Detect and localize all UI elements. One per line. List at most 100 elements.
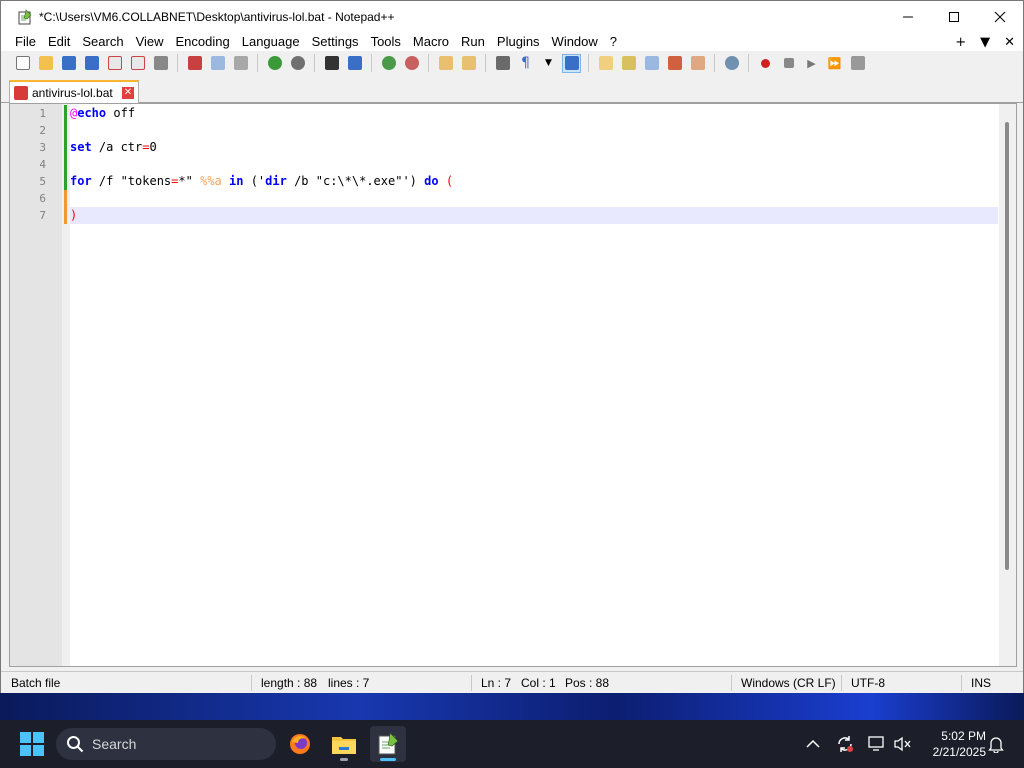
replace-button[interactable] (345, 54, 364, 73)
function-list-button[interactable] (642, 54, 661, 73)
menu-file[interactable]: File (1, 33, 42, 51)
editor-pane[interactable]: 1 2 3 4 5 6 7 @echo off set /a ctr=0 for /f "tok… (9, 103, 1017, 667)
code-token: ( (445, 174, 454, 188)
stop-macro-button[interactable] (779, 54, 798, 73)
copy-button[interactable] (208, 54, 227, 73)
menu-encoding[interactable]: Encoding (170, 33, 236, 51)
taskbar-search[interactable]: Search (56, 728, 276, 760)
menu-window[interactable]: Window (546, 33, 604, 51)
menu-edit[interactable]: Edit (42, 33, 76, 51)
code-area[interactable]: @echo off set /a ctr=0 for /f "tokens=*" %… (70, 104, 998, 666)
close-button[interactable] (977, 1, 1023, 33)
show-hidden-icons[interactable] (803, 734, 823, 754)
scrollbar-thumb[interactable] (1005, 122, 1009, 570)
new-tab-button[interactable]: + (955, 35, 966, 50)
menu-run[interactable]: Run (455, 33, 491, 51)
close-all-icon (130, 56, 145, 70)
close-document-button[interactable]: ✕ (1004, 35, 1015, 50)
doc-map-button[interactable] (619, 54, 638, 73)
status-separator (731, 675, 732, 691)
minimize-button[interactable] (885, 1, 931, 33)
code-token: /a ctr (91, 140, 143, 154)
indent-guide-button[interactable] (562, 53, 581, 73)
close-all-button[interactable] (128, 54, 147, 73)
code-line[interactable] (70, 122, 998, 139)
code-line[interactable]: set /a ctr=0 (70, 139, 998, 156)
cut-button[interactable] (185, 54, 204, 73)
sync-horizontal-button[interactable] (459, 54, 478, 73)
print-button[interactable] (151, 54, 170, 73)
user-defined-lang-button[interactable] (596, 54, 615, 73)
save-all-button[interactable] (82, 54, 101, 73)
system-clock[interactable]: 5:02 PM 2/21/2025 (920, 728, 986, 760)
close-file-icon (107, 56, 122, 70)
maximize-button[interactable] (931, 1, 977, 33)
volume-muted-icon (894, 736, 911, 752)
vertical-scrollbar[interactable] (999, 104, 1016, 666)
new-file-button[interactable] (13, 54, 32, 73)
change-history-marker (64, 105, 67, 122)
tab-antivirus-lol[interactable]: antivirus-lol.bat ✕ (9, 80, 139, 103)
play-macro-button[interactable]: ▶ (802, 54, 821, 73)
change-history-marker (64, 139, 67, 156)
status-separator (841, 675, 842, 691)
menu-help[interactable]: ? (604, 33, 623, 51)
code-line[interactable]: @echo off (70, 105, 998, 122)
tray-volume[interactable] (893, 734, 913, 754)
taskbar-firefox[interactable] (282, 726, 318, 762)
folder-workspace-button[interactable] (665, 54, 684, 73)
fast-forward-icon: ⏩ (827, 56, 842, 70)
zoom-in-button[interactable] (379, 54, 398, 73)
dropdown-button[interactable]: ▼ (539, 54, 558, 73)
menu-view[interactable]: View (130, 33, 170, 51)
monitoring-button[interactable] (722, 54, 741, 73)
open-folder-icon (38, 56, 53, 70)
paste-button[interactable] (231, 54, 250, 73)
menu-settings[interactable]: Settings (306, 33, 365, 51)
open-file-button[interactable] (36, 54, 55, 73)
code-line[interactable]: for /f "tokens=*" %%a in ('dir /b "c:\*\… (70, 173, 998, 190)
menu-language[interactable]: Language (236, 33, 306, 51)
save-all-icon (84, 56, 99, 70)
menu-tools[interactable]: Tools (365, 33, 407, 51)
change-history-marker (64, 173, 67, 190)
code-line[interactable] (70, 190, 998, 207)
windows-logo-icon (33, 732, 44, 743)
tab-close-icon[interactable]: ✕ (122, 86, 134, 99)
menu-macro[interactable]: Macro (407, 33, 455, 51)
toolbar-separator (588, 54, 589, 72)
word-wrap-button[interactable] (493, 54, 512, 73)
zoom-in-icon (381, 56, 396, 70)
record-macro-button[interactable] (756, 54, 775, 73)
tray-update[interactable] (835, 734, 855, 754)
menu-search[interactable]: Search (76, 33, 129, 51)
run-macro-multiple-button[interactable]: ⏩ (825, 54, 844, 73)
save-button[interactable] (59, 54, 78, 73)
undo-button[interactable] (265, 54, 284, 73)
start-button[interactable] (20, 732, 44, 756)
pilcrow-icon: ¶ (521, 55, 530, 71)
show-all-chars-button[interactable]: ¶ (516, 54, 535, 73)
sync-vertical-button[interactable] (436, 54, 455, 73)
taskbar-notepadpp[interactable] (370, 726, 406, 762)
notepadpp-app-icon (18, 9, 32, 25)
notifications-button[interactable] (986, 734, 1006, 754)
tray-network[interactable] (867, 734, 887, 754)
project-button[interactable] (688, 54, 707, 73)
code-line[interactable]: ) (70, 207, 998, 224)
close-file-button[interactable] (105, 54, 124, 73)
window-title: *C:\Users\VM6.COLLABNET\Desktop\antiviru… (39, 10, 395, 24)
zoom-out-button[interactable] (402, 54, 421, 73)
tab-list-button[interactable]: ▼ (980, 35, 990, 50)
find-button[interactable] (322, 54, 341, 73)
status-language: Batch file (11, 676, 61, 690)
print-icon (153, 56, 168, 70)
code-line[interactable] (70, 156, 998, 173)
taskbar-file-explorer[interactable] (326, 726, 362, 762)
toolbar-separator (177, 54, 178, 72)
line-number: 1 (39, 107, 46, 120)
menu-plugins[interactable]: Plugins (491, 33, 546, 51)
taskbar: Search 5:02 PM 2/21/2025 (0, 720, 1024, 768)
save-macro-button[interactable] (848, 54, 867, 73)
redo-button[interactable] (288, 54, 307, 73)
